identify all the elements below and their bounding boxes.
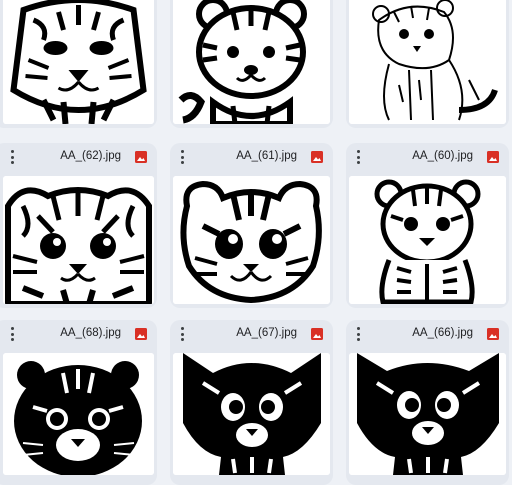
file-card[interactable] <box>346 0 509 128</box>
sitting-tiger-sketch-image <box>349 0 506 124</box>
file-card[interactable]: AA_(61).jpg <box>170 143 333 308</box>
image-file-icon <box>135 328 147 340</box>
seated-tiger-cub-image <box>349 176 506 304</box>
black-silhouette-tiger-kitten-alt-image <box>349 353 506 475</box>
file-card[interactable]: AA_(62).jpg <box>0 143 157 308</box>
file-name: AA_(68).jpg <box>60 327 121 339</box>
image-file-icon <box>487 328 499 340</box>
image-file-icon <box>311 328 323 340</box>
card-header: AA_(66).jpg <box>346 320 509 348</box>
tiger-face-image <box>3 0 154 124</box>
file-card[interactable]: AA_(67).jpg <box>170 320 333 485</box>
thumbnail[interactable] <box>349 0 506 124</box>
thumbnail[interactable] <box>3 0 154 124</box>
file-name: AA_(66).jpg <box>412 327 473 339</box>
card-header: AA_(67).jpg <box>170 320 333 348</box>
image-file-icon <box>135 151 147 163</box>
thumbnail[interactable] <box>349 176 506 304</box>
black-silhouette-tiger-kitten-image <box>173 353 330 475</box>
cartoon-tiger-image <box>173 0 330 124</box>
thumbnail[interactable] <box>173 176 330 304</box>
thumbnail[interactable] <box>3 353 154 475</box>
thumbnail[interactable] <box>3 176 154 304</box>
file-name: AA_(62).jpg <box>60 150 121 162</box>
more-vert-icon[interactable] <box>355 327 361 341</box>
card-header: AA_(62).jpg <box>0 143 157 171</box>
image-file-icon <box>487 151 499 163</box>
card-header: AA_(68).jpg <box>0 320 157 348</box>
file-card[interactable]: AA_(60).jpg <box>346 143 509 308</box>
black-silhouette-tiger-cub-image <box>3 353 154 475</box>
file-name: AA_(61).jpg <box>236 150 297 162</box>
more-vert-icon[interactable] <box>9 150 15 164</box>
card-header: AA_(60).jpg <box>346 143 509 171</box>
more-vert-icon[interactable] <box>179 327 185 341</box>
more-vert-icon[interactable] <box>9 327 15 341</box>
smiling-tiger-cub-image <box>173 176 330 304</box>
file-card[interactable]: AA_(66).jpg <box>346 320 509 485</box>
tiger-cub-face-image <box>3 176 154 304</box>
file-card[interactable] <box>0 0 157 128</box>
file-name: AA_(67).jpg <box>236 327 297 339</box>
thumbnail[interactable] <box>349 353 506 475</box>
file-name: AA_(60).jpg <box>412 150 473 162</box>
thumbnail[interactable] <box>173 0 330 124</box>
more-vert-icon[interactable] <box>179 150 185 164</box>
image-file-icon <box>311 151 323 163</box>
file-card[interactable] <box>170 0 333 128</box>
file-card[interactable]: AA_(68).jpg <box>0 320 157 485</box>
file-grid: AA_(62).jpg AA_(61).jpg AA_(60).jpg AA_(… <box>0 0 512 485</box>
more-vert-icon[interactable] <box>355 150 361 164</box>
card-header: AA_(61).jpg <box>170 143 333 171</box>
thumbnail[interactable] <box>173 353 330 475</box>
